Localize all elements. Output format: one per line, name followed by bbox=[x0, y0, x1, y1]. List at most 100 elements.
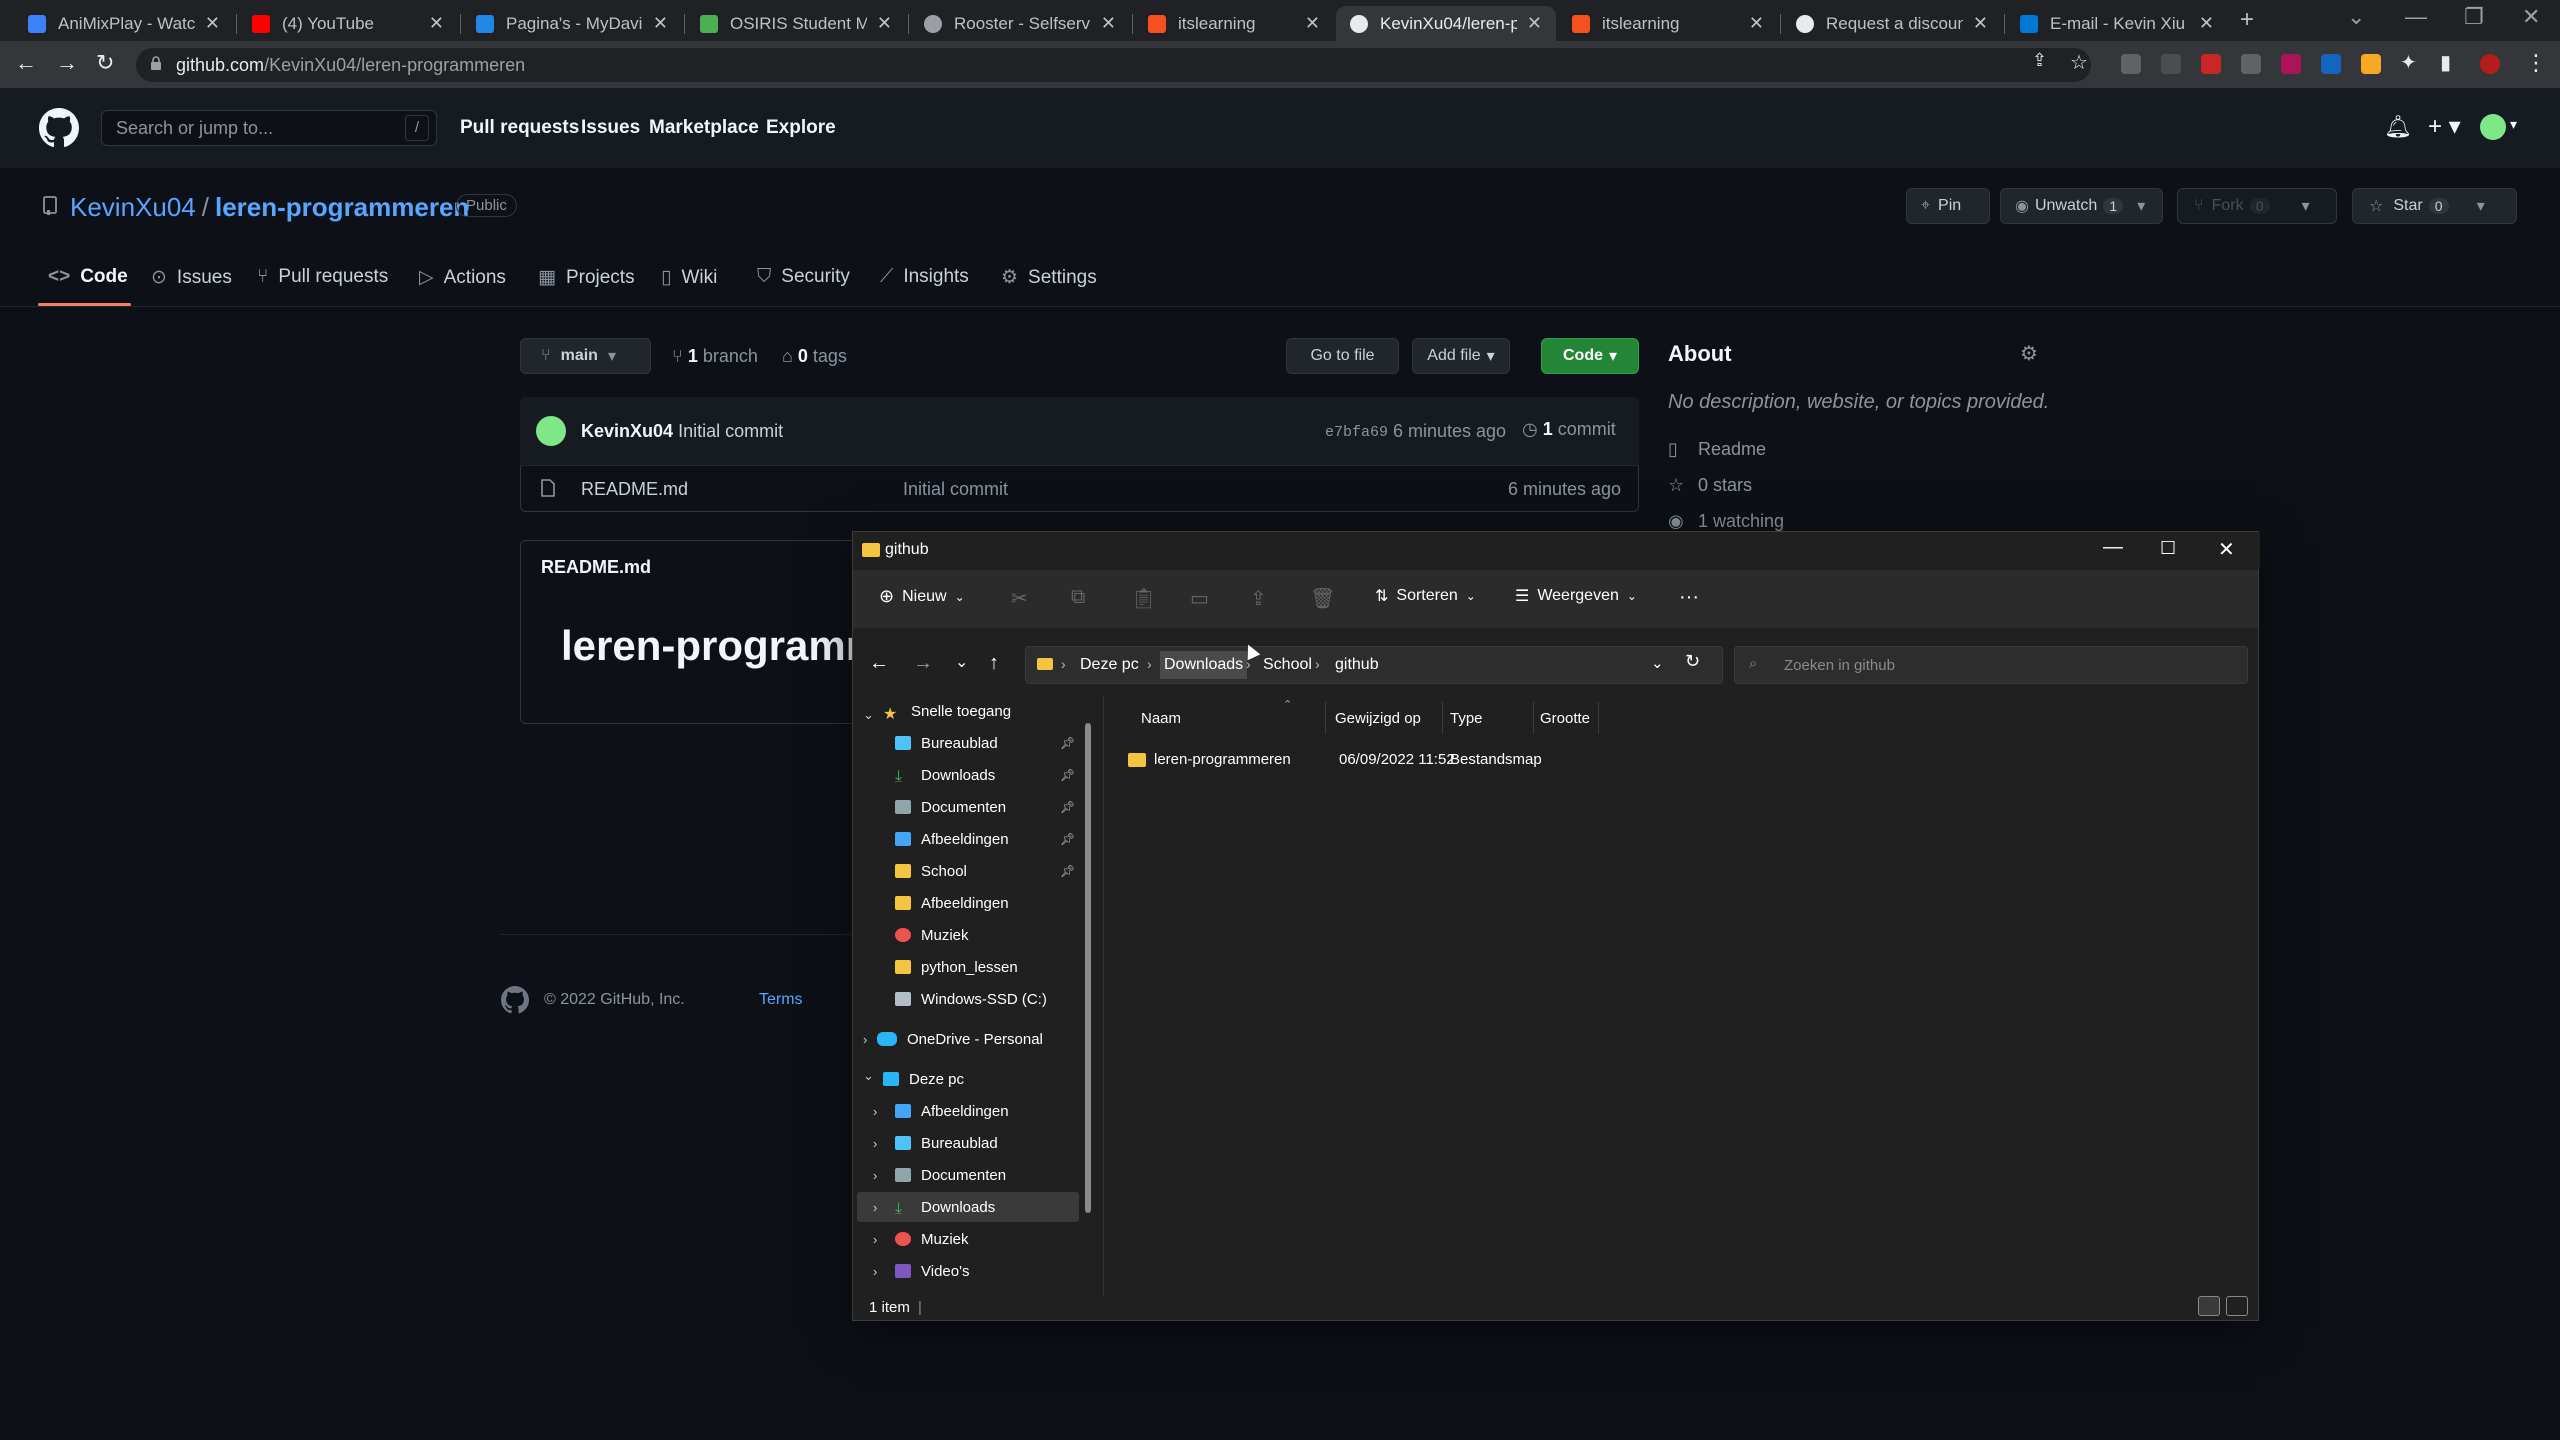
watching-link[interactable]: ◉ 1 watching bbox=[1668, 511, 1784, 532]
fork-button[interactable]: ⑂ Fork 0 ▾ bbox=[2177, 188, 2337, 224]
browser-tab[interactable]: E-mail - Kevin Xiu - C ✕ bbox=[2006, 6, 2228, 41]
code-button[interactable]: Code ▾ bbox=[1541, 338, 1639, 374]
up-icon[interactable]: ↑ bbox=[989, 652, 999, 675]
nav-this-pc[interactable]: Deze pc bbox=[883, 1064, 964, 1094]
share-icon[interactable]: ⇪ bbox=[2032, 50, 2047, 71]
commit-hash-link[interactable]: e7bfa69 bbox=[1325, 424, 1388, 441]
commit-message-link[interactable]: Initial commit bbox=[678, 421, 783, 441]
nav-explore[interactable]: Explore bbox=[766, 117, 836, 139]
close-tab-icon[interactable]: ✕ bbox=[1101, 13, 1116, 34]
nav-school[interactable]: School bbox=[895, 856, 967, 886]
nav-pc-videos[interactable]: Video's bbox=[895, 1256, 969, 1286]
reload-icon[interactable]: ↻ bbox=[96, 50, 114, 76]
breadcrumb-github[interactable]: github bbox=[1335, 656, 1379, 674]
back-icon[interactable]: ← bbox=[15, 50, 37, 76]
paste-icon[interactable]: 📋︎ bbox=[1131, 586, 1156, 611]
close-tab-icon[interactable]: ✕ bbox=[653, 13, 668, 34]
browser-tab-active[interactable]: KevinXu04/leren-pro ✕ bbox=[1336, 6, 1556, 41]
close-tab-icon[interactable]: ✕ bbox=[205, 13, 220, 34]
column-divider[interactable] bbox=[1442, 702, 1443, 734]
maximize-button[interactable]: ☐ bbox=[2160, 538, 2176, 559]
recent-locations-icon[interactable]: ⌄ bbox=[955, 652, 968, 672]
browser-tab[interactable]: (4) YouTube ✕ bbox=[238, 6, 458, 41]
github-logo-icon[interactable] bbox=[39, 108, 79, 153]
minimize-button[interactable]: — bbox=[2405, 4, 2427, 30]
author-avatar[interactable] bbox=[536, 416, 566, 446]
commit-author-link[interactable]: KevinXu04 bbox=[581, 421, 673, 441]
url-text[interactable]: github.com/KevinXu04/leren-programmeren bbox=[176, 55, 525, 76]
share-icon[interactable]: ⇪ bbox=[1250, 586, 1267, 611]
refresh-icon[interactable]: ↻ bbox=[1685, 651, 1700, 672]
tab-settings[interactable]: ⚙ Settings bbox=[1001, 266, 1097, 289]
nav-python-lessen[interactable]: python_lessen bbox=[895, 952, 1018, 982]
star-button[interactable]: ☆ Star 0 ▾ bbox=[2352, 188, 2517, 224]
nav-onedrive[interactable]: OneDrive - Personal bbox=[877, 1024, 1043, 1054]
column-header-type[interactable]: Type bbox=[1450, 710, 1483, 727]
breadcrumb-downloads[interactable]: Downloads bbox=[1160, 651, 1248, 679]
pin-button[interactable]: ⌖ Pin bbox=[1906, 188, 1990, 224]
branches-link[interactable]: ⑂ 1 branch bbox=[672, 346, 758, 367]
column-header-size[interactable]: Grootte bbox=[1540, 710, 1590, 727]
nav-issues[interactable]: Issues bbox=[581, 117, 640, 139]
chevron-right-icon[interactable]: › bbox=[873, 1168, 877, 1183]
nav-pc-downloads[interactable]: ⤓ Downloads bbox=[895, 1192, 995, 1222]
about-settings-gear-icon[interactable]: ⚙ bbox=[2020, 341, 2038, 366]
footer-terms-link[interactable]: Terms bbox=[759, 991, 803, 1009]
chevron-right-icon[interactable]: › bbox=[863, 1032, 867, 1047]
nav-pc-desktop[interactable]: Bureaublad bbox=[895, 1128, 998, 1158]
browser-tab[interactable]: OSIRIS Student Mobi ✕ bbox=[686, 6, 906, 41]
chevron-right-icon[interactable]: › bbox=[873, 1200, 877, 1215]
new-tab-button[interactable]: + bbox=[2240, 6, 2254, 34]
close-tab-icon[interactable]: ✕ bbox=[877, 13, 892, 34]
chevron-right-icon[interactable]: › bbox=[873, 1136, 877, 1151]
more-options-button[interactable]: ··· bbox=[1679, 586, 1699, 609]
bookmark-star-icon[interactable]: ☆ bbox=[2070, 50, 2088, 75]
nav-downloads[interactable]: ⤓ Downloads bbox=[895, 760, 995, 790]
nav-quick-access[interactable]: ★ Snelle toegang bbox=[883, 696, 1011, 726]
restore-button[interactable]: ❐ bbox=[2464, 4, 2484, 30]
tab-security[interactable]: ⛉ Security bbox=[757, 266, 850, 288]
extension-icon[interactable] bbox=[2321, 54, 2341, 74]
extensions-puzzle-icon[interactable]: ✦ bbox=[2400, 50, 2417, 75]
side-panel-icon[interactable]: ▮ bbox=[2440, 50, 2451, 75]
go-to-file-button[interactable]: Go to file bbox=[1286, 338, 1399, 374]
tab-pull-requests[interactable]: ⑂ Pull requests bbox=[257, 266, 388, 288]
nav-documents[interactable]: Documenten bbox=[895, 792, 1006, 822]
extension-icon[interactable] bbox=[2281, 54, 2301, 74]
view-button[interactable]: ☰ Weergeven ⌄ bbox=[1515, 586, 1637, 606]
branch-select[interactable]: ⑂ main ▾ bbox=[520, 338, 651, 374]
browser-menu-icon[interactable]: ⋮ bbox=[2525, 50, 2547, 76]
close-tab-icon[interactable]: ✕ bbox=[429, 13, 444, 34]
chevron-down-icon[interactable]: ⌄ bbox=[863, 1068, 874, 1084]
nav-pc-documents[interactable]: Documenten bbox=[895, 1160, 1006, 1190]
copy-icon[interactable]: ⧉ bbox=[1071, 586, 1085, 609]
chevron-down-icon[interactable]: ⌄ bbox=[863, 707, 874, 723]
chevron-right-icon[interactable]: › bbox=[873, 1232, 877, 1247]
nav-pictures-folder[interactable]: Afbeeldingen bbox=[895, 888, 1009, 918]
column-divider[interactable] bbox=[1533, 702, 1534, 734]
column-header-modified[interactable]: Gewijzigd op bbox=[1335, 710, 1421, 727]
lock-icon[interactable] bbox=[150, 56, 162, 70]
repo-owner-link[interactable]: KevinXu04 bbox=[70, 192, 196, 222]
sort-button[interactable]: ⇅ Sorteren ⌄ bbox=[1375, 586, 1476, 606]
nav-windows-ssd[interactable]: Windows-SSD (C:) bbox=[895, 984, 1047, 1014]
large-icons-view-icon[interactable] bbox=[2226, 1296, 2248, 1316]
notification-bell-icon[interactable]: 🔔︎ bbox=[2384, 114, 2412, 140]
file-name-link[interactable]: README.md bbox=[581, 479, 688, 500]
new-button[interactable]: ⊕ Nieuw ⌄ bbox=[879, 586, 965, 607]
readme-link[interactable]: ▯ Readme bbox=[1668, 439, 1766, 460]
repo-name-link[interactable]: leren-programmeren bbox=[215, 192, 469, 222]
tab-issues[interactable]: ⊙ Issues bbox=[151, 266, 232, 289]
close-tab-icon[interactable]: ✕ bbox=[1749, 13, 1764, 34]
chevron-down-icon[interactable]: ▾ bbox=[2510, 116, 2517, 133]
minimize-button[interactable]: — bbox=[2103, 536, 2123, 559]
extension-icon[interactable] bbox=[2161, 54, 2181, 74]
unwatch-button[interactable]: ◉ Unwatch 1 ▾ bbox=[2000, 188, 2163, 224]
browser-tab[interactable]: AniMixPlay - Watch H ✕ bbox=[14, 6, 234, 41]
browser-tab[interactable]: itslearning ✕ bbox=[1558, 6, 1778, 41]
delete-icon[interactable]: 🗑︎ bbox=[1310, 586, 1335, 611]
extension-icon[interactable] bbox=[2361, 54, 2381, 74]
details-view-icon[interactable] bbox=[2198, 1296, 2220, 1316]
forward-icon[interactable]: → bbox=[56, 50, 78, 76]
explorer-titlebar[interactable] bbox=[853, 532, 2260, 569]
